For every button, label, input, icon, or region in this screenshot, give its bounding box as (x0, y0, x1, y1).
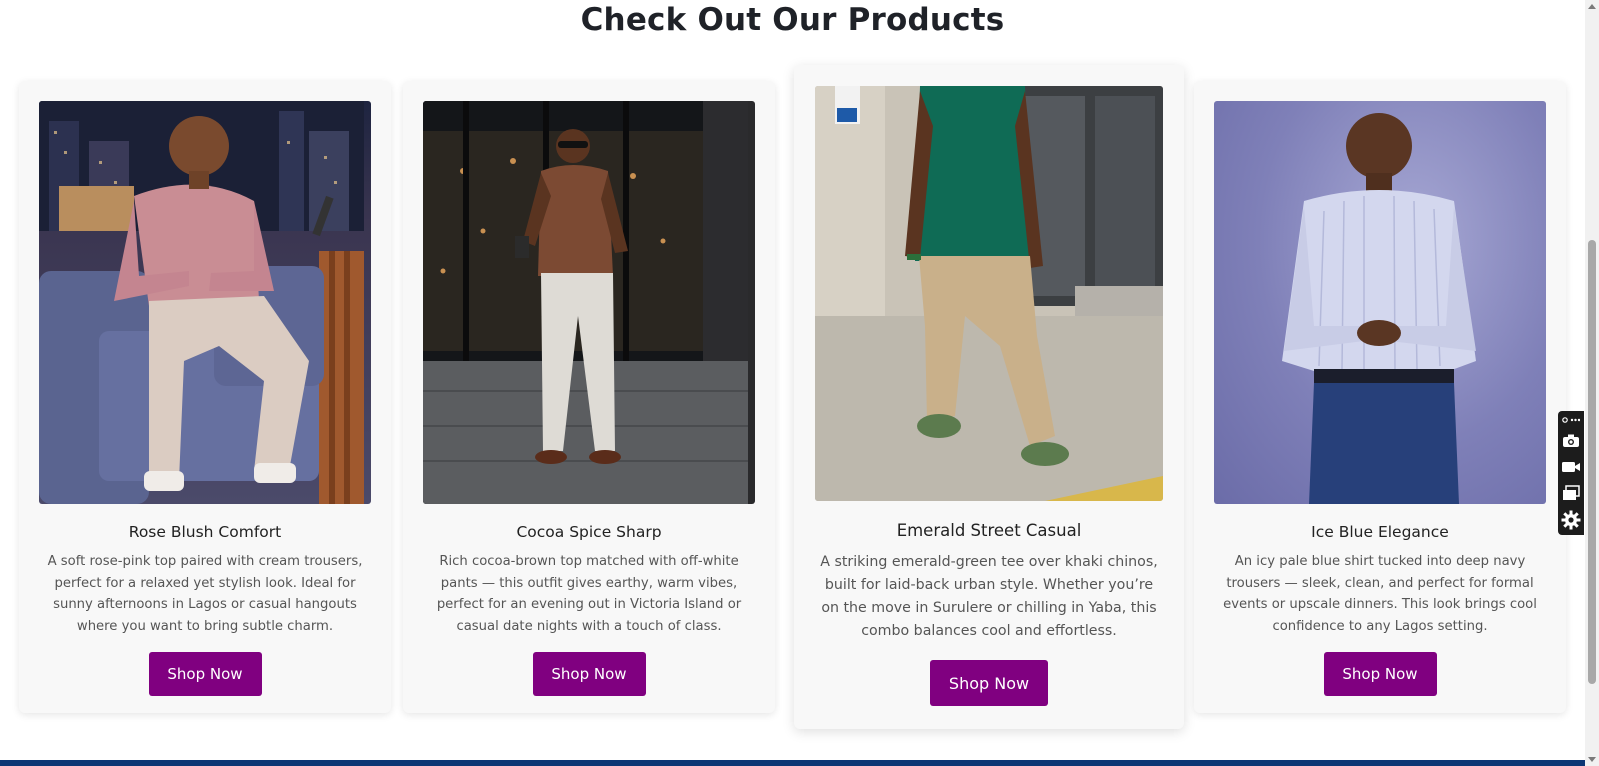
product-card-rose-blush: Rose Blush Comfort A soft rose-pink top … (19, 81, 391, 713)
shop-now-button[interactable]: Shop Now (1323, 652, 1437, 696)
product-title: Ice Blue Elegance (1311, 523, 1449, 541)
scroll-up-icon[interactable] (1588, 4, 1596, 9)
product-card-ice-blue: Ice Blue Elegance An icy pale blue shirt… (1194, 81, 1566, 713)
product-card-emerald-street: Emerald Street Casual A striking emerald… (794, 65, 1184, 729)
product-description: A soft rose-pink top paired with cream t… (47, 554, 363, 634)
camera-icon[interactable] (1558, 429, 1584, 453)
vertical-scrollbar[interactable] (1585, 0, 1599, 766)
window-stack-icon[interactable] (1558, 481, 1584, 505)
footer-top-edge (0, 760, 1585, 766)
scrollbar-thumb[interactable] (1588, 240, 1596, 684)
video-icon[interactable] (1558, 455, 1584, 479)
gear-icon[interactable] (1558, 507, 1584, 533)
floating-tool-panel (1558, 411, 1584, 535)
product-photo (1214, 101, 1546, 504)
link-more-icon[interactable] (1558, 413, 1584, 427)
product-title: Rose Blush Comfort (128, 523, 282, 541)
product-description: An icy pale blue shirt tucked into deep … (1223, 554, 1537, 634)
shop-now-button[interactable]: Shop Now (930, 660, 1048, 706)
product-photo (815, 86, 1163, 501)
product-photo (39, 101, 371, 504)
product-description: A striking emerald-green tee over khaki … (820, 554, 1158, 639)
product-description: Rich cocoa-brown top matched with off-wh… (436, 554, 742, 634)
section-title: Check Out Our Products (580, 2, 1005, 38)
scroll-down-icon[interactable] (1588, 757, 1596, 762)
product-photo (423, 101, 755, 504)
product-title: Emerald Street Casual (896, 521, 1082, 540)
shop-now-button[interactable]: Shop Now (148, 652, 262, 696)
product-card-cocoa-spice: Cocoa Spice Sharp Rich cocoa-brown top m… (403, 81, 775, 713)
product-title: Cocoa Spice Sharp (516, 523, 662, 541)
shop-now-button[interactable]: Shop Now (532, 652, 646, 696)
